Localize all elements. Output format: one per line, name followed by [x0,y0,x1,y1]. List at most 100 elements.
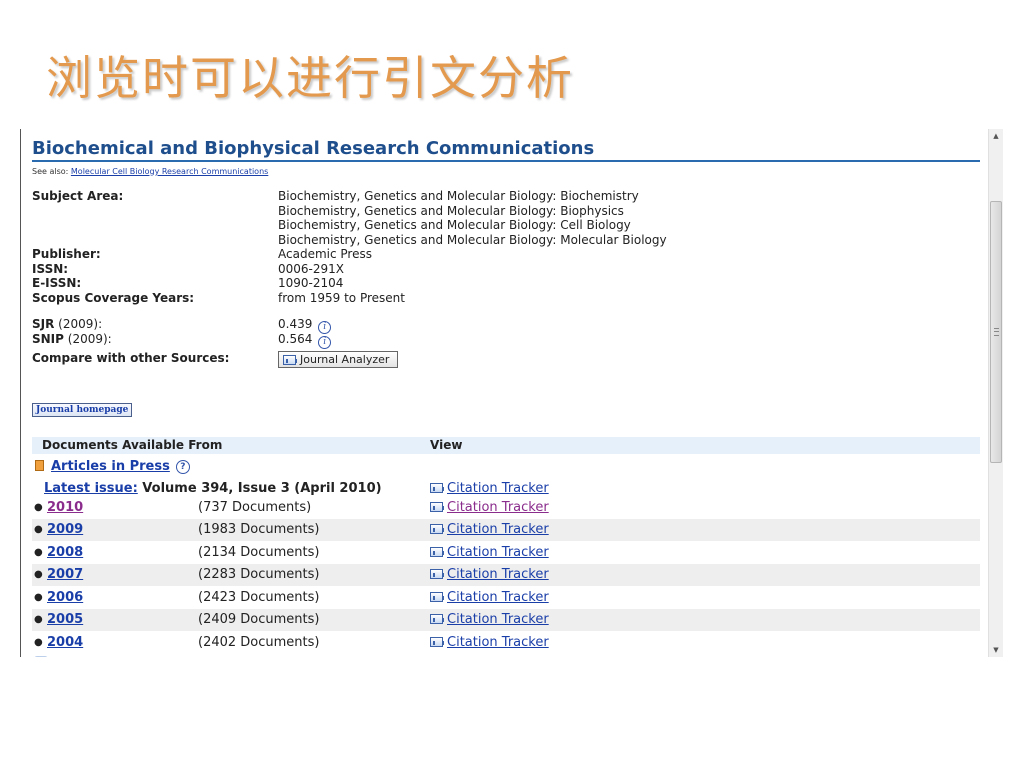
citation-tracker-link[interactable]: Citation Tracker [447,612,549,627]
articles-in-press-link[interactable]: Articles in Press [51,459,170,474]
see-also-link[interactable]: Molecular Cell Biology Research Communic… [71,167,268,176]
chart-icon [430,483,444,493]
see-also-label: See also: [32,167,69,176]
issn-value: 0006-291X [278,262,344,276]
journal-analyzer-label: Journal Analyzer [300,353,390,366]
subject-item: Biochemistry, Genetics and Molecular Bio… [278,203,624,218]
snip-year: (2009): [63,332,112,346]
table-row: ● 2010 (737 Documents) Citation Tracker [32,497,980,519]
view-cell: Citation Tracker [430,587,549,609]
book-icon [35,460,44,471]
bullet-icon: ● [34,614,43,625]
view-cell: Citation Tracker [430,632,549,654]
year-link[interactable]: 2010 [47,500,83,515]
documents-count: (2134 Documents) [198,545,320,560]
year-cell: 2007 [47,564,83,586]
documents-table-header: Documents Available From View [32,437,980,454]
documents-count: (2423 Documents) [198,590,320,605]
snip-abbr: SNIP [32,332,64,346]
scroll-down-arrow-icon[interactable]: ▼ [989,645,1003,655]
subject-area-list: Biochemistry, Genetics and Molecular Bio… [278,189,667,247]
bullet-icon: ● [34,637,43,648]
journal-homepage-button[interactable]: Journal homepage [32,403,133,417]
grip-icon [994,328,999,336]
view-cell: Citation Tracker [430,564,549,586]
documents-count: (2409 Documents) [198,612,320,627]
subject-item: Biochemistry, Genetics and Molecular Bio… [278,232,667,247]
year-link[interactable]: 2006 [47,590,83,605]
bullet-icon: ● [34,502,43,513]
bullet-icon: ● [34,524,43,535]
chart-icon [430,592,444,602]
snip-value: 0.564 [278,332,313,346]
documents-count: (1983 Documents) [198,522,320,537]
table-row: ● 2004 (2402 Documents) Citation Tracker [32,632,980,654]
subject-item: Biochemistry, Genetics and Molecular Bio… [278,189,639,203]
year-cell: 2006 [47,587,83,609]
year-cell: 2009 [47,519,83,541]
citation-tracker-link[interactable]: Citation Tracker [447,545,549,560]
year-cell: 2004 [47,632,83,654]
issn-label: ISSN: [32,262,69,276]
year-link[interactable]: 2004 [47,635,83,650]
citation-tracker-link[interactable]: Citation Tracker [447,590,549,605]
latest-issue-text: Volume 394, Issue 3 (April 2010) [137,481,382,496]
citation-tracker-link[interactable]: Citation Tracker [447,635,549,650]
sjr-value: 0.439 [278,317,313,331]
sjr-abbr: SJR [32,317,55,331]
see-also: See also: Molecular Cell Biology Researc… [32,167,268,176]
documents-count: (2402 Documents) [198,635,320,650]
snip-label: SNIP (2009): [32,332,112,346]
year-link[interactable]: 2005 [47,612,83,627]
citation-tracker-link[interactable]: Citation Tracker [447,522,549,537]
year-cell: 2010 [47,497,83,519]
subject-item: Biochemistry, Genetics and Molecular Bio… [278,218,631,232]
slide-title: 浏览时可以进行引文分析 [46,51,574,105]
articles-in-press: Articles in Press? [35,459,190,474]
latest-issue: Latest issue: Volume 394, Issue 3 (April… [44,481,382,496]
coverage-value: from 1959 to Present [278,291,405,305]
year-link[interactable]: 2007 [47,567,83,582]
latest-citation-tracker: Citation Tracker [430,481,549,496]
chart-icon [430,524,444,534]
citation-tracker-link[interactable]: Citation Tracker [447,481,549,496]
year-cell: 2008 [47,542,83,564]
citation-tracker-link[interactable]: Citation Tracker [447,567,549,582]
subject-area-label: Subject Area: [32,189,124,203]
sjr-label: SJR (2009): [32,317,102,331]
bullet-icon: ● [34,569,43,580]
year-cell: 2005 [47,609,83,631]
year-link[interactable]: 2008 [47,545,83,560]
scrollbar-thumb[interactable] [990,201,1002,463]
title-divider [32,160,980,162]
journal-page: Biochemical and Biophysical Research Com… [32,129,980,657]
snip-info-icon[interactable]: i [318,336,332,349]
view-cell: Citation Tracker [430,542,549,564]
window-border [20,129,21,657]
scroll-up-arrow-icon[interactable]: ▲ [989,131,1003,141]
help-icon[interactable]: ? [175,460,190,474]
snip-value-wrap: 0.564 i [278,332,332,349]
view-cell: Citation Tracker [430,497,549,519]
col-view: View [430,438,463,452]
coverage-label: Scopus Coverage Years: [32,291,195,305]
sjr-year: (2009): [54,317,103,331]
vertical-scrollbar[interactable]: ▲ ▼ [988,129,1003,657]
journal-analyzer-button[interactable]: Journal Analyzer [278,351,398,368]
year-link[interactable]: 2009 [47,522,83,537]
journal-title: Biochemical and Biophysical Research Com… [32,138,595,159]
eissn-value: 1090-2104 [278,276,344,290]
latest-issue-link[interactable]: Latest issue: [44,481,138,496]
view-cell: Citation Tracker [430,519,549,541]
eissn-label: E-ISSN: [32,276,82,290]
table-row: ● 2005 (2409 Documents) Citation Tracker [32,609,980,631]
citation-tracker-link[interactable]: Citation Tracker [447,500,549,515]
table-row: ● 2007 (2283 Documents) Citation Tracker [32,564,980,586]
chart-icon [283,354,297,365]
truncated-row-icon [34,656,48,657]
compare-label: Compare with other Sources: [32,351,230,365]
documents-count: (737 Documents) [198,500,312,515]
browser-screenshot: Biochemical and Biophysical Research Com… [20,129,1003,657]
col-documents: Documents Available From [42,438,223,452]
chart-icon [430,637,444,647]
